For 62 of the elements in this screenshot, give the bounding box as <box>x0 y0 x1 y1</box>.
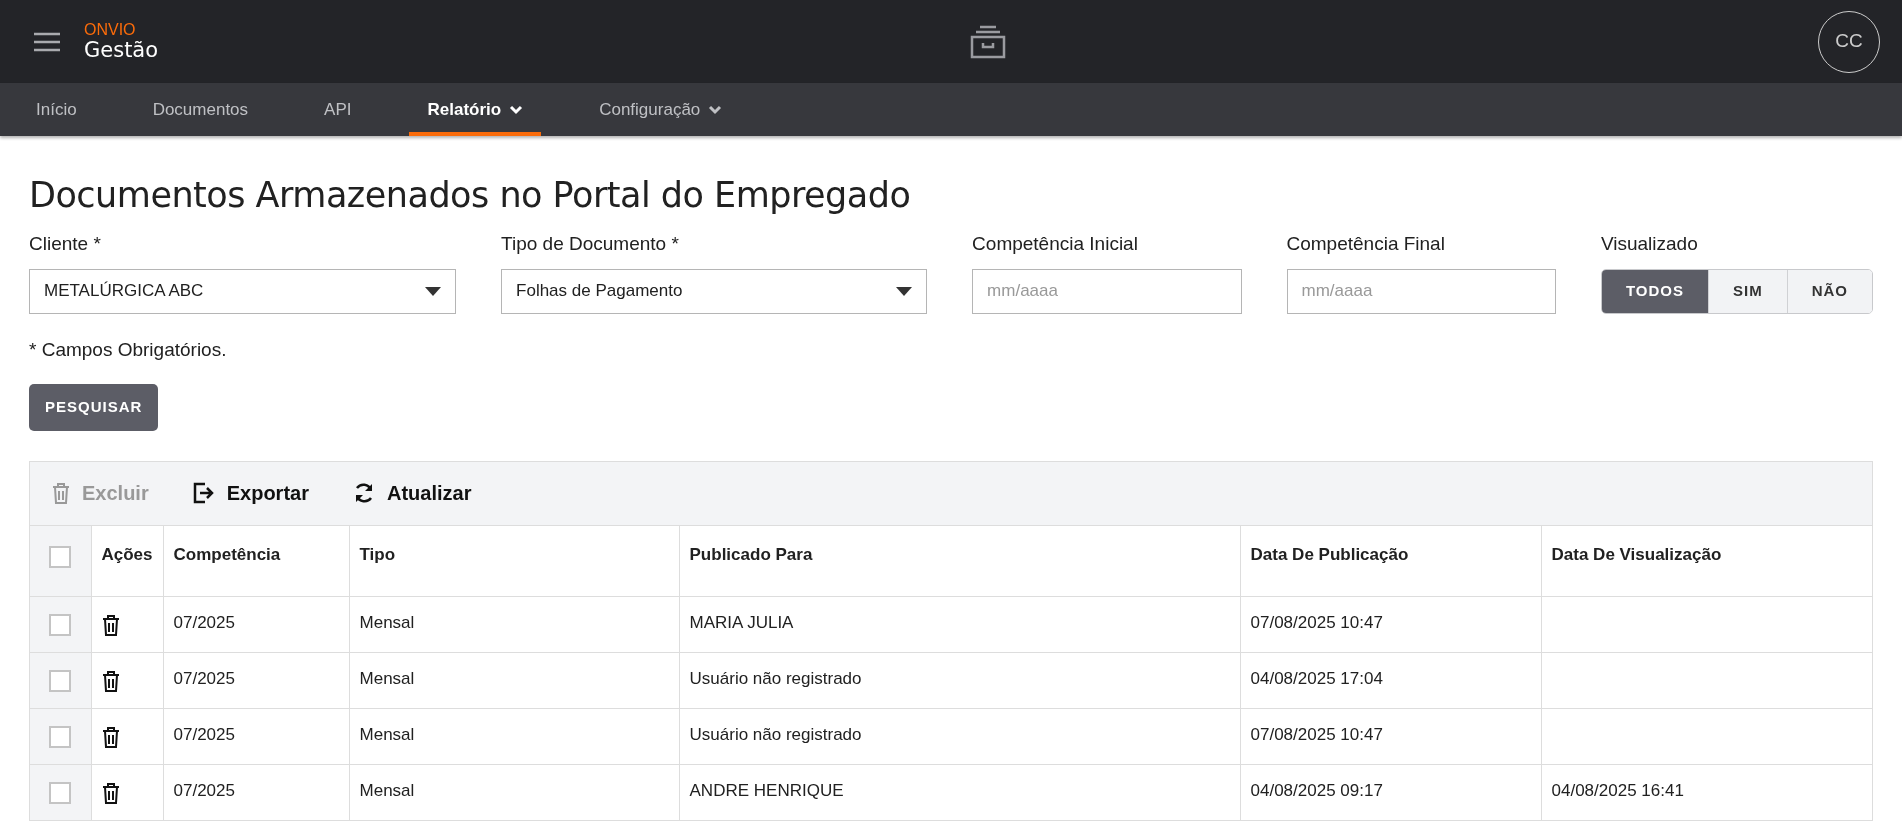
product-title: Gestão <box>84 38 159 62</box>
column-header: Ações <box>101 544 153 564</box>
field-label: Competência Inicial <box>972 232 1139 256</box>
nav-tab[interactable]: Documentos <box>134 83 267 136</box>
column-header: Publicado Para <box>689 544 813 564</box>
table-cell: 04/08/2025 16:41 <box>1551 780 1684 800</box>
checkbox[interactable] <box>49 545 72 568</box>
column-header: Data De Publicação <box>1250 544 1409 564</box>
input-field[interactable]: mm/aaaa <box>972 268 1242 314</box>
table-cell: 07/2025 <box>173 780 235 800</box>
trash-icon[interactable] <box>101 782 120 804</box>
trash-icon <box>52 482 70 504</box>
table-cell: Mensal <box>359 612 415 632</box>
field-label: Cliente * <box>29 232 102 256</box>
table-cell: Usuário não registrado <box>689 724 862 744</box>
toggle-option[interactable]: SIM <box>1708 269 1787 313</box>
table-cell: Mensal <box>359 668 415 688</box>
table-cell: 07/08/2025 10:47 <box>1250 724 1383 744</box>
table-cell: 07/2025 <box>173 612 235 632</box>
checkbox[interactable] <box>49 613 72 636</box>
nav-tab[interactable]: Início <box>18 83 95 136</box>
toggle-option[interactable]: NÃO <box>1786 269 1872 313</box>
brand-label: ONVIO <box>84 21 137 39</box>
toolbar-button[interactable]: Atualizar <box>352 478 472 508</box>
input-field[interactable]: mm/aaaa <box>1286 268 1556 314</box>
checkbox[interactable] <box>49 781 72 804</box>
menu-icon[interactable] <box>34 31 60 52</box>
table-cell: Mensal <box>359 724 415 744</box>
table-cell: MARIA JULIA <box>689 612 794 632</box>
toggle-option[interactable]: TODOS <box>1601 269 1708 313</box>
archive-icon[interactable] <box>970 24 1007 59</box>
checkbox[interactable] <box>49 669 72 692</box>
table-cell: 04/08/2025 09:17 <box>1250 780 1383 800</box>
table-cell: 07/2025 <box>173 724 235 744</box>
nav-tab[interactable]: API <box>306 83 370 136</box>
search-button[interactable]: PESQUISAR <box>29 384 159 431</box>
table-cell: 07/2025 <box>173 668 235 688</box>
nav-tab[interactable]: Configuração <box>581 83 741 136</box>
table-cell: 07/08/2025 10:47 <box>1250 612 1383 632</box>
trash-icon[interactable] <box>101 614 120 636</box>
table-cell: 04/08/2025 17:04 <box>1250 668 1383 688</box>
field-label: Tipo de Documento * <box>501 232 680 256</box>
export-icon <box>192 482 215 504</box>
nav-tab[interactable]: Relatório <box>409 83 542 136</box>
field-label: Competência Final <box>1286 232 1446 256</box>
table-cell: Mensal <box>359 780 415 800</box>
column-header: Competência <box>173 544 281 564</box>
caret-down-icon <box>425 286 442 296</box>
toolbar-button[interactable]: Exportar <box>192 478 309 508</box>
select-field[interactable]: Folhas de Pagamento <box>501 268 928 314</box>
trash-icon[interactable] <box>101 726 120 748</box>
table-cell: ANDRE HENRIQUE <box>689 780 844 800</box>
page-title: Documentos Armazenados no Portal do Empregado <box>29 174 912 216</box>
required-note: * Campos Obrigatórios. <box>29 337 228 362</box>
trash-icon[interactable] <box>101 670 120 692</box>
field-label: Visualizado <box>1600 232 1699 256</box>
caret-down-icon <box>896 286 913 296</box>
select-field[interactable]: METALÚRGICA ABC <box>29 268 457 314</box>
column-header: Data De Visualização <box>1551 544 1722 564</box>
table-cell: Usuário não registrado <box>689 668 862 688</box>
checkbox[interactable] <box>49 725 72 748</box>
column-header: Tipo <box>359 544 396 564</box>
